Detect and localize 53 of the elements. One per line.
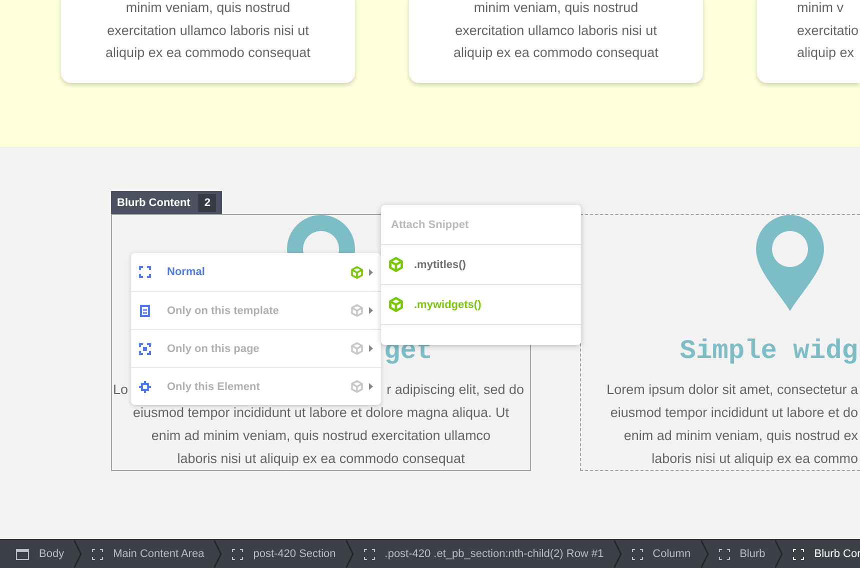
breadcrumb-item[interactable]: Body — [12, 542, 68, 566]
module-name: Blurb Content — [117, 196, 190, 208]
corner-brackets-icon — [364, 548, 375, 560]
body-text: Lo — [113, 381, 128, 399]
card-text: aliquip ex — [797, 44, 856, 62]
count-badge: 2 — [198, 194, 216, 212]
body-text: r adipiscing elit, sed do — [386, 381, 524, 399]
blurb-title: Simple widg — [680, 338, 859, 367]
card-text: minim v — [797, 0, 844, 17]
body-text: enim ad minim veniam, quis nostrud ex — [624, 427, 859, 445]
breadcrumb-item[interactable]: Column — [628, 542, 695, 566]
body-text: laboris nisi ut aliquip ex ea commo — [652, 450, 859, 468]
caret-icon — [369, 307, 374, 314]
cube-icon — [351, 380, 363, 393]
crosshair-icon — [139, 380, 151, 392]
corner-brackets-icon — [632, 548, 643, 560]
corner-brackets-icon — [232, 548, 244, 560]
window-icon — [16, 548, 29, 560]
breadcrumb-item[interactable]: .post-420 .et_pb_section:nth-child(2) Row #1 — [360, 542, 608, 566]
breadcrumb-item[interactable]: Blurb — [714, 542, 770, 566]
corner-brackets-icon — [139, 266, 151, 278]
card-text: aliquip ex ea commodo consequat — [104, 44, 312, 62]
dashed-square-icon — [139, 342, 151, 354]
blurb-module[interactable]: Simple widg Lorem ipsum dolor sit amet, consectetur a eiusmod tempor incididunt ut labore et do enim ad minim veniam, quis nostrud ex laboris nisi ut aliquip ex ea commo — [580, 214, 860, 471]
cube-icon — [389, 257, 403, 272]
caret-icon — [369, 268, 374, 276]
menu-item[interactable]: Normal — [131, 253, 381, 291]
card-text: aliquip ex ea commodo consequat — [452, 44, 660, 62]
location-pin-icon — [755, 215, 825, 311]
card-text: exercitatio — [797, 22, 860, 40]
breadcrumb-item[interactable]: post-420 Section — [228, 542, 340, 566]
card-text: exercitation ullamco laboris nisi ut — [106, 22, 310, 40]
corner-brackets-icon — [793, 548, 804, 560]
body-text: laboris nisi ut aliquip ex ea commodo consequat — [176, 450, 466, 468]
card-text: minim veniam, quis nostrud — [472, 0, 640, 17]
body-text: Lorem ipsum dolor sit amet, consectetur a — [606, 381, 859, 399]
menu-item[interactable]: .mytitles() — [381, 245, 581, 285]
cube-icon — [351, 342, 363, 355]
corner-brackets-icon — [718, 548, 730, 560]
card-text: minim veniam, quis nostrud — [124, 0, 292, 17]
cube-icon — [351, 266, 363, 278]
cube-icon — [389, 297, 403, 312]
caret-icon — [369, 345, 374, 352]
body-text: eiusmod tempor incididunt ut labore et do — [610, 404, 859, 422]
body-text: enim ad minim veniam, quis nostrud exercitation ullamco — [150, 427, 492, 445]
breadcrumb-item[interactable]: Main Content Area — [88, 542, 208, 566]
menu-header: Attach Snippet — [381, 205, 581, 245]
card-text: exercitation ullamco laboris nisi ut — [454, 22, 658, 40]
cube-icon — [351, 304, 363, 317]
body-text: eiusmod tempor incididunt ut labore et dolore magna aliqua. Ut — [132, 404, 510, 422]
document-icon — [139, 304, 151, 316]
corner-brackets-icon — [92, 548, 104, 560]
caret-icon — [369, 383, 374, 390]
